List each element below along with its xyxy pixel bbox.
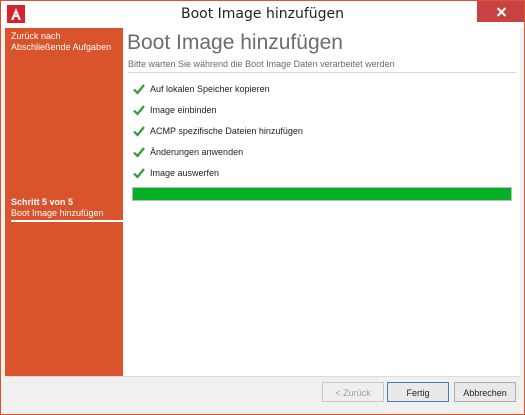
wizard-content: Boot Image hinzufügen Bitte warten Sie w…: [123, 28, 520, 376]
close-button[interactable]: [477, 1, 524, 22]
cancel-button[interactable]: Abbrechen: [454, 382, 516, 402]
page-title: Boot Image hinzufügen: [127, 31, 343, 54]
page-subtitle: Bitte warten Sie während die Boot Image …: [128, 59, 395, 69]
wizard-sidebar: Zurück nach Abschließende Aufgaben Schri…: [5, 28, 123, 376]
task-label: Image einbinden: [150, 105, 217, 115]
task-label: ACMP spezifische Dateien hinzufügen: [150, 126, 303, 136]
task-label: Auf lokalen Speicher kopieren: [150, 84, 270, 94]
checkmark-icon: [133, 168, 145, 179]
dialog-window: Boot Image hinzufügen Zurück nach Abschl…: [0, 0, 525, 415]
step-count: Schritt 5 von 5: [11, 197, 74, 207]
header-divider: [128, 72, 516, 73]
checkmark-icon: [133, 126, 145, 137]
finish-button[interactable]: Fertig: [387, 382, 449, 402]
progress-bar: [132, 187, 512, 201]
checkmark-icon: [133, 84, 145, 95]
step-name: Boot Image hinzufügen: [11, 208, 104, 218]
footer-divider: [5, 376, 520, 377]
current-step: Schritt 5 von 5 Boot Image hinzufügen: [11, 197, 119, 219]
step-underline: [11, 220, 123, 222]
checkmark-icon: [133, 105, 145, 116]
progress-fill: [133, 188, 511, 200]
task-label: Änderungen anwenden: [150, 147, 244, 157]
back-button[interactable]: < Zurück: [322, 382, 384, 402]
back-to-tasks-link[interactable]: Zurück nach Abschließende Aufgaben: [11, 31, 121, 53]
task-label: Image auswerfen: [150, 168, 220, 178]
window-title: Boot Image hinzufügen: [180, 6, 344, 22]
checkmark-icon: [133, 147, 145, 158]
title-bar[interactable]: Boot Image hinzufügen: [1, 1, 524, 28]
